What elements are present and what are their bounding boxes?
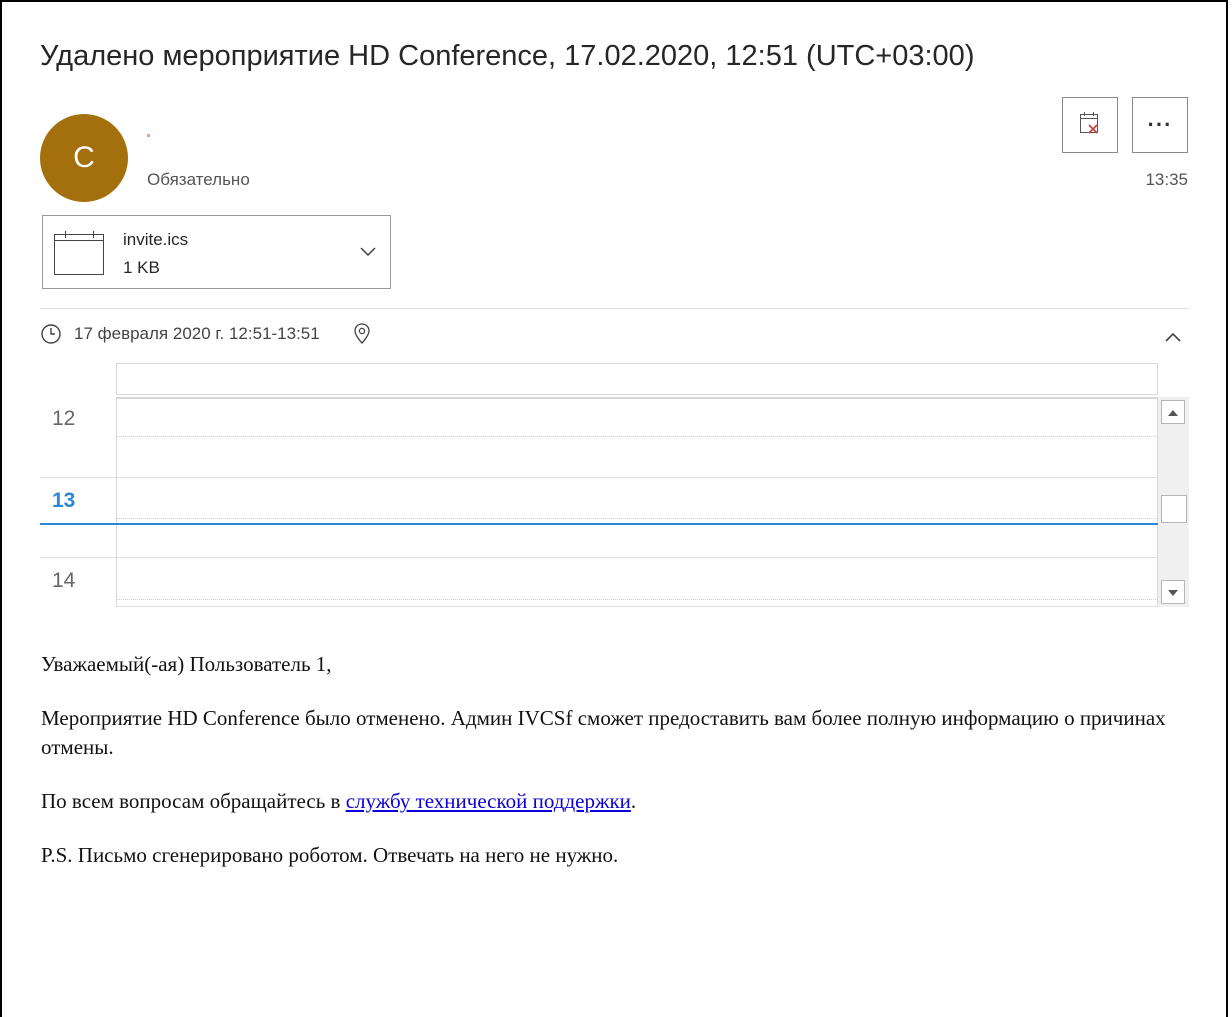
received-time: 13:35 (1145, 170, 1188, 189)
hour-label: 14 (52, 569, 76, 592)
sender-avatar[interactable]: C (40, 114, 128, 202)
triangle-down-icon (1168, 583, 1178, 601)
current-time-line (40, 523, 1158, 525)
sender-name-marker[interactable] (147, 134, 150, 137)
avatar-initial: C (73, 141, 95, 174)
remove-from-calendar-button[interactable] (1062, 97, 1118, 153)
chevron-down-icon[interactable] (360, 244, 376, 262)
grid-bottom-line (116, 606, 1158, 607)
hour-line (40, 477, 1158, 478)
map-pin-icon[interactable] (354, 323, 370, 345)
clock-icon (40, 323, 62, 345)
more-actions-button[interactable]: ··· (1132, 97, 1188, 153)
half-hour-line (116, 599, 1158, 600)
event-when-row: 17 февраля 2020 г. 12:51-13:51 (40, 320, 370, 348)
scroll-thumb[interactable] (1161, 495, 1187, 523)
hour-label: 12 (52, 407, 76, 430)
calendar-scrollbar[interactable] (1158, 397, 1189, 607)
attachment-card[interactable]: invite.ics 1 KB (42, 215, 391, 289)
attachment-name: invite.ics (123, 230, 189, 249)
half-hour-line (116, 518, 1158, 519)
support-suffix: . (630, 789, 637, 813)
support-prefix: По всем вопросам обращайтесь в (41, 789, 346, 813)
day-grid (116, 397, 1158, 607)
more-icon: ··· (1147, 112, 1173, 137)
chevron-up-icon[interactable] (1164, 330, 1182, 348)
calendar-preview: 12 13 14 (40, 363, 1189, 607)
message-body: Уважаемый(-ая) Пользователь 1, Мероприят… (41, 650, 1181, 895)
triangle-up-icon (1168, 403, 1178, 421)
ps-text: P.S. Письмо сгенерировано роботом. Отвеч… (41, 843, 619, 867)
importance-label: Обязательно (147, 170, 250, 189)
support-link[interactable]: службу технической поддержки (346, 789, 631, 813)
scroll-down-button[interactable] (1161, 580, 1185, 604)
event-date-time: 17 февраля 2020 г. 12:51-13:51 (74, 324, 320, 343)
calendar-file-icon (53, 230, 107, 281)
cancellation-text: Мероприятие HD Conference было отменено.… (41, 706, 1166, 759)
calendar-remove-icon (1079, 111, 1101, 140)
scroll-up-button[interactable] (1161, 400, 1185, 424)
header-divider (40, 308, 1189, 309)
all-day-row (116, 363, 1158, 395)
hour-line (40, 557, 1158, 558)
message-subject: Удалено мероприятие HD Conference, 17.02… (40, 40, 975, 72)
greeting-text: Уважаемый(-ая) Пользователь 1, (41, 652, 332, 676)
half-hour-line (116, 436, 1158, 437)
support-paragraph: По всем вопросам обращайтесь в службу те… (41, 787, 1181, 816)
hour-label-current: 13 (52, 489, 76, 512)
attachment-size: 1 KB (123, 258, 160, 277)
